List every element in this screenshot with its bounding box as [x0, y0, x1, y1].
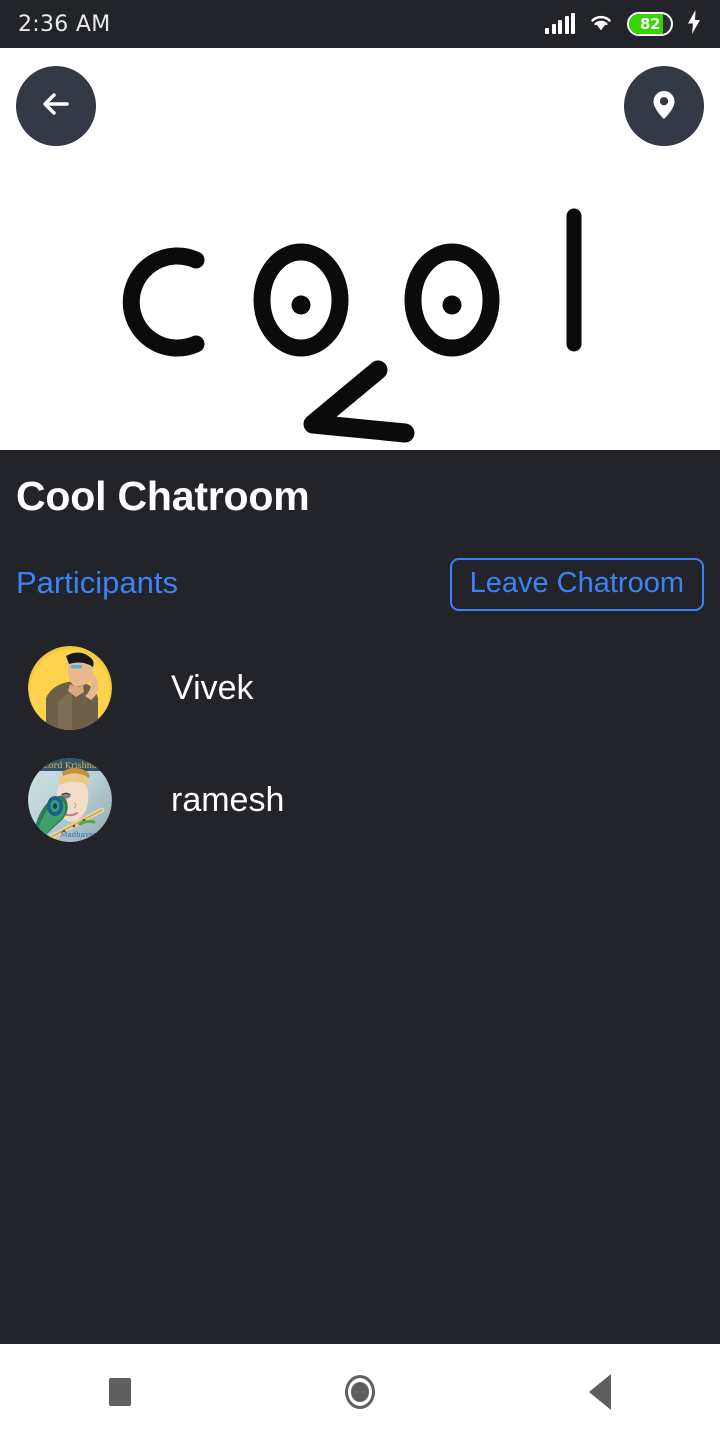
status-time: 2:36 AM [18, 11, 111, 37]
triangle-left-icon [589, 1374, 611, 1410]
list-item[interactable]: Vivek [0, 632, 720, 744]
svg-text:Madhavam: Madhavam [60, 831, 100, 839]
participants-header-row: Participants Leave Chatroom [0, 558, 720, 624]
circle-icon [345, 1375, 375, 1409]
status-bar: 2:36 AM 82 [0, 0, 720, 48]
signal-bars-icon [545, 13, 575, 34]
square-icon [109, 1378, 131, 1406]
android-navigation-bar [0, 1344, 720, 1440]
app-screen: 2:36 AM 82 Cool Chatroom Participants Le… [0, 0, 720, 1440]
leave-chatroom-button[interactable]: Leave Chatroom [449, 558, 704, 611]
home-button[interactable] [300, 1344, 420, 1440]
battery-percent-label: 82 [639, 15, 661, 33]
recents-button[interactable] [60, 1344, 180, 1440]
chatroom-details-panel: Cool Chatroom Participants Leave Chatroo… [0, 450, 720, 1344]
participants-label: Participants [16, 565, 178, 600]
chatroom-image-banner [0, 48, 720, 450]
avatar: Lord Krishna Madhavam [28, 758, 112, 842]
charging-bolt-icon [686, 9, 702, 39]
participant-name: Vivek [171, 669, 254, 707]
cool-doodle-drawing [122, 208, 582, 443]
wifi-icon [588, 12, 614, 37]
location-button[interactable] [624, 66, 704, 146]
battery-icon: 82 [627, 12, 673, 36]
participants-list: Vivek Lord Krishna Madhavam ramesh [0, 632, 720, 856]
arrow-left-icon [36, 84, 76, 129]
status-icons: 82 [545, 9, 702, 39]
back-button[interactable] [16, 66, 96, 146]
map-pin-icon [644, 84, 684, 129]
page-title: Cool Chatroom [16, 473, 310, 519]
participant-name: ramesh [171, 781, 285, 819]
back-nav-button[interactable] [540, 1344, 660, 1440]
list-item[interactable]: Lord Krishna Madhavam ramesh [0, 744, 720, 856]
avatar [28, 646, 112, 730]
